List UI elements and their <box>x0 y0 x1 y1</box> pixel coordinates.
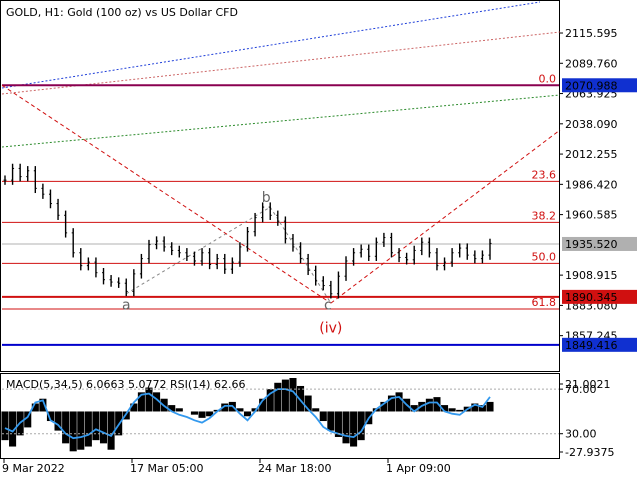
x-tick-label: 1 Apr 09:00 <box>386 462 451 475</box>
wave-label-c: c <box>324 297 332 313</box>
indicator-title: MACD(5,34,5) 6.0663 5.0772 RSI(14) 62.66 <box>6 378 245 391</box>
wave-c-projection <box>330 129 561 304</box>
price-tag-label: 1935.520 <box>565 238 618 251</box>
y-tick-label: 1960.585 <box>565 209 618 222</box>
fib-levels: 0.0 23.6 38.2 50.0 61.8 <box>2 72 559 346</box>
chart-title: GOLD, H1: Gold (100 oz) vs US Dollar CFD <box>6 6 238 19</box>
macd-bar <box>198 411 206 418</box>
y-tick-label: 1908.915 <box>565 269 618 282</box>
macd-bar <box>395 392 403 412</box>
y-tick-label: 2115.595 <box>565 27 618 40</box>
macd-bar <box>84 411 92 447</box>
y-tick-label: 2012.255 <box>565 148 618 161</box>
fib-label-1: 23.6 <box>532 168 557 181</box>
x-tick-label: 9 Mar 2022 <box>2 462 65 475</box>
macd-bar <box>190 411 198 415</box>
y-tick-label: 2038.090 <box>565 118 618 131</box>
channel-lines <box>1 1 561 148</box>
wave-label-iv: (iv) <box>319 320 342 336</box>
macd-bar <box>319 411 327 422</box>
main-chart-frame <box>0 0 560 372</box>
wave-top-to-c <box>1 84 332 304</box>
price-bars <box>3 163 492 299</box>
price-tag-label: 1890.345 <box>565 291 618 304</box>
x-tick-label: 24 Mar 18:00 <box>258 462 331 475</box>
ind-y-tick-label: 30.00 <box>565 428 597 441</box>
macd-bar <box>145 387 153 412</box>
channel-lower-green <box>1 94 561 148</box>
macd-bar <box>243 411 252 417</box>
price-tag-label: 1849.416 <box>565 339 618 352</box>
ind-y-tick-label: 70.00 <box>565 383 597 396</box>
macd-bar <box>281 379 289 412</box>
macd-bar <box>486 401 494 412</box>
macd-bar <box>99 411 108 444</box>
macd-bar <box>107 411 115 450</box>
x-tick-label: 17 Mar 05:00 <box>130 462 203 475</box>
macd-bar <box>312 408 320 412</box>
macd-bar <box>175 408 183 412</box>
fib-label-3: 50.0 <box>532 250 557 263</box>
macd-bar <box>274 382 282 412</box>
ind-y-tick-label: -27.9375 <box>565 446 614 459</box>
fib-label-2: 38.2 <box>532 209 557 222</box>
macd-bar <box>350 411 358 447</box>
macd-bar <box>342 411 350 444</box>
chart-svg: 0.023.638.250.061.8 abc(iv) 2115.5952089… <box>0 0 637 475</box>
macd-bar <box>327 411 335 431</box>
macd-bar <box>448 408 456 412</box>
price-tag-label: 2070.988 <box>565 79 618 92</box>
wave-label-a: a <box>122 297 131 313</box>
macd-bar <box>425 398 433 412</box>
y-tick-label: 2089.760 <box>565 57 618 70</box>
fib-label-0: 0.0 <box>539 72 557 85</box>
macd-bar <box>456 409 464 412</box>
wave-a-b <box>125 206 271 295</box>
wave-lines: abc(iv) <box>1 84 561 336</box>
y-tick-label: 1986.420 <box>565 178 618 191</box>
chart-window: 0.0 23.6 38.2 50.0 61.8 a b c (iv) 2115.595 2089… <box>0 0 640 480</box>
macd-bar <box>1 411 9 441</box>
macd-bar <box>77 411 85 450</box>
x-axis: 9 Mar 2022 17 Mar 05:00 24 Mar 18:00 1 Apr … <box>2 459 451 475</box>
macd-bar <box>69 411 77 452</box>
macd-bar <box>92 411 100 441</box>
macd-bar <box>62 411 70 444</box>
fib-label-4: 61.8 <box>532 296 557 309</box>
